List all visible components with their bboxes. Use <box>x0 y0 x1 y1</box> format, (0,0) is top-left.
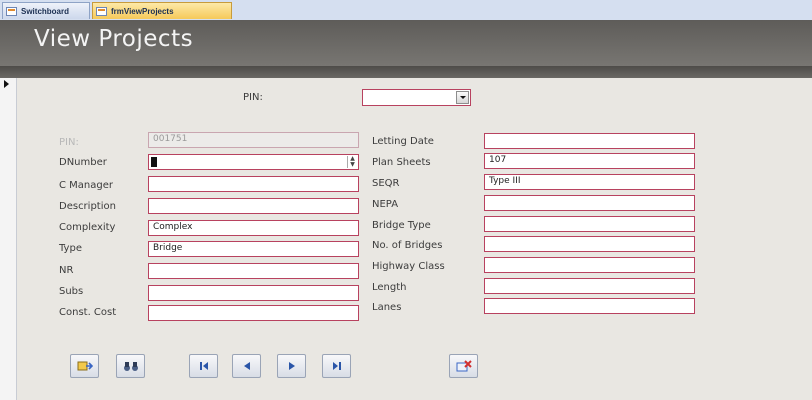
first-record-icon <box>199 362 208 370</box>
complexity-field[interactable]: Complex <box>148 220 359 236</box>
plan-sheets-label: Plan Sheets <box>372 157 431 168</box>
bridge-type-label: Bridge Type <box>372 220 431 231</box>
lanes-label: Lanes <box>372 302 402 313</box>
type-field[interactable]: Bridge <box>148 241 359 257</box>
open-form-icon <box>77 361 93 371</box>
next-record-icon <box>288 362 295 370</box>
pin-label: PIN: <box>59 137 79 148</box>
no-of-bridges-label: No. of Bridges <box>372 240 443 251</box>
description-field[interactable] <box>148 198 359 214</box>
pin-field: 001751 <box>148 132 359 148</box>
header-band <box>0 66 812 78</box>
dnumber-label: DNumber <box>59 157 107 168</box>
document-tab-bar: Switchboard frmViewProjects <box>0 0 812 21</box>
description-label: Description <box>59 201 116 212</box>
nr-field[interactable] <box>148 263 359 279</box>
highway-class-field[interactable] <box>484 257 695 273</box>
previous-record-button[interactable] <box>232 354 261 378</box>
find-button[interactable] <box>116 354 145 378</box>
dnumber-field[interactable]: ▲ ▼ <box>148 154 359 170</box>
nepa-field[interactable] <box>484 195 695 211</box>
no-of-bridges-field[interactable] <box>484 236 695 252</box>
close-form-button[interactable] <box>449 354 478 378</box>
page-title: View Projects <box>34 26 194 52</box>
text-cursor <box>151 157 157 167</box>
const-cost-field[interactable] <box>148 305 359 321</box>
open-form-button[interactable] <box>70 354 99 378</box>
letting-date-field[interactable] <box>484 133 695 149</box>
form-header: View Projects <box>0 20 812 66</box>
nepa-label: NEPA <box>372 199 399 210</box>
letting-date-label: Letting Date <box>372 136 434 147</box>
pin-lookup-label: PIN: <box>243 92 263 103</box>
nr-label: NR <box>59 265 74 276</box>
lanes-field[interactable] <box>484 298 695 314</box>
seqr-field[interactable]: Type III <box>484 174 695 190</box>
current-record-arrow-icon <box>4 80 9 88</box>
record-selector[interactable] <box>0 78 17 400</box>
pin-lookup-combo[interactable] <box>362 89 471 106</box>
c-manager-field[interactable] <box>148 176 359 192</box>
form-icon <box>96 6 107 16</box>
form-icon <box>6 6 17 16</box>
bridge-type-field[interactable] <box>484 216 695 232</box>
last-record-icon <box>332 362 341 370</box>
binoculars-icon <box>123 362 138 371</box>
close-form-icon <box>456 360 472 372</box>
first-record-button[interactable] <box>189 354 218 378</box>
subs-label: Subs <box>59 286 84 297</box>
tab-label: Switchboard <box>21 6 70 16</box>
complexity-label: Complexity <box>59 222 116 233</box>
next-record-button[interactable] <box>277 354 306 378</box>
seqr-label: SEQR <box>372 178 400 189</box>
dropdown-arrow-icon[interactable] <box>456 91 469 104</box>
tab-switchboard[interactable]: Switchboard <box>2 2 90 19</box>
previous-record-icon <box>243 362 250 370</box>
subs-field[interactable] <box>148 285 359 301</box>
tab-label: frmViewProjects <box>111 6 174 16</box>
spin-buttons-icon[interactable]: ▲ ▼ <box>347 156 357 168</box>
length-field[interactable] <box>484 278 695 294</box>
c-manager-label: C Manager <box>59 180 113 191</box>
last-record-button[interactable] <box>322 354 351 378</box>
plan-sheets-field[interactable]: 107 <box>484 153 695 169</box>
type-label: Type <box>59 243 82 254</box>
const-cost-label: Const. Cost <box>59 307 117 318</box>
length-label: Length <box>372 282 407 293</box>
highway-class-label: Highway Class <box>372 261 445 272</box>
tab-frmviewprojects[interactable]: frmViewProjects <box>92 2 232 19</box>
